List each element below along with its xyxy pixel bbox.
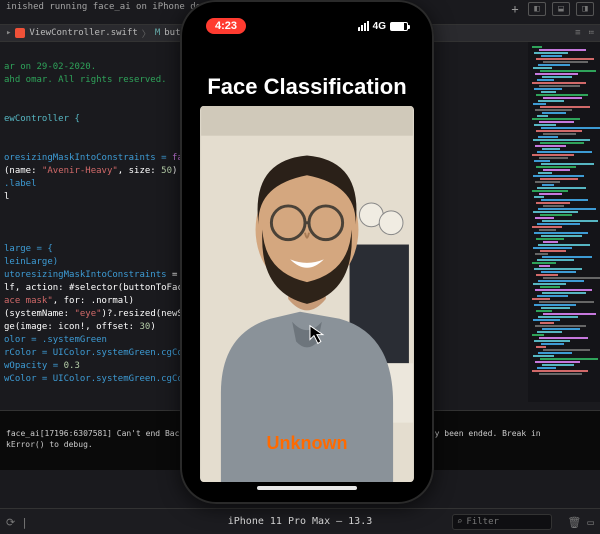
device-label: iPhone 11 Pro Max — 13.3 (228, 516, 373, 527)
list-icon[interactable]: ≡ (575, 28, 580, 38)
window-layout-controls: + ◧ ⬓ ◨ (502, 0, 600, 18)
code-line: oresizingMaskIntoConstraints = false (4, 153, 199, 163)
recording-time-pill: 4:23 (206, 18, 246, 34)
phone-screen[interactable]: 4:23 4G Face Classification (190, 10, 424, 494)
breadcrumb-separator: 〉 (142, 27, 151, 40)
code-line: olor = .systemGreen (4, 335, 107, 345)
code-line: ge(image: icon!, offset: 30) (4, 322, 156, 332)
trash-icon[interactable]: 🗑 (567, 516, 581, 529)
code-line: (name: "Avenir-Heavy", size: 50) (4, 166, 177, 176)
status-right-icons: 🗑 ▭ (567, 516, 594, 529)
code-line: l (4, 192, 9, 202)
code-line: ar on 29-02-2020. (4, 62, 96, 72)
filter-placeholder: Filter (466, 517, 499, 527)
run-status-message: inished running face_ai on iPhone de OM (6, 2, 217, 12)
code-line: wColor = UIColor.systemGreen.cgColor (4, 374, 199, 384)
code-line: ace mask", for: .normal) (4, 296, 134, 306)
camera-image (200, 106, 414, 482)
filter-input[interactable]: ⌕ Filter (452, 514, 552, 530)
minimap-content (532, 46, 596, 375)
back-icon[interactable]: ▸ (6, 28, 11, 38)
adjust-icon[interactable]: ≔ (589, 28, 594, 38)
code-line: large = { (4, 244, 53, 254)
filter-icon: ⌕ (457, 517, 462, 527)
swift-file-icon (15, 28, 25, 38)
auto-icon[interactable]: ⟳ (6, 516, 15, 529)
status-left-icons: ⟳ | (6, 516, 28, 529)
iphone-simulator: 4:23 4G Face Classification (180, 0, 434, 504)
toggle-bottom-panel-button[interactable]: ⬓ (552, 2, 570, 16)
network-label: 4G (373, 21, 386, 32)
camera-preview (200, 106, 414, 482)
minimap[interactable] (528, 42, 600, 402)
code-line: .label (4, 179, 37, 189)
phone-notch (252, 10, 362, 32)
console-line: kError() to debug. (6, 440, 93, 449)
code-line: rColor = UIColor.systemGreen.cgColor (4, 348, 199, 358)
toggle-left-panel-button[interactable]: ◧ (528, 2, 546, 16)
code-line: wOpacity = 0.3 (4, 361, 80, 371)
add-tab-button[interactable]: + (508, 2, 522, 16)
breadcrumb-file[interactable]: ViewController.swift (29, 28, 137, 38)
divider: | (21, 516, 28, 529)
app-title: Face Classification (190, 74, 424, 100)
code-line: leinLarge) (4, 257, 58, 267)
home-indicator[interactable] (257, 486, 357, 490)
code-line: ewController { (4, 114, 80, 124)
panel-icon[interactable]: ▭ (587, 516, 594, 529)
toggle-right-panel-button[interactable]: ◨ (576, 2, 594, 16)
classification-result: Unknown (190, 433, 424, 454)
code-line: ahd omar. All rights reserved. (4, 75, 167, 85)
battery-icon (390, 22, 408, 31)
method-icon: M (155, 28, 160, 38)
